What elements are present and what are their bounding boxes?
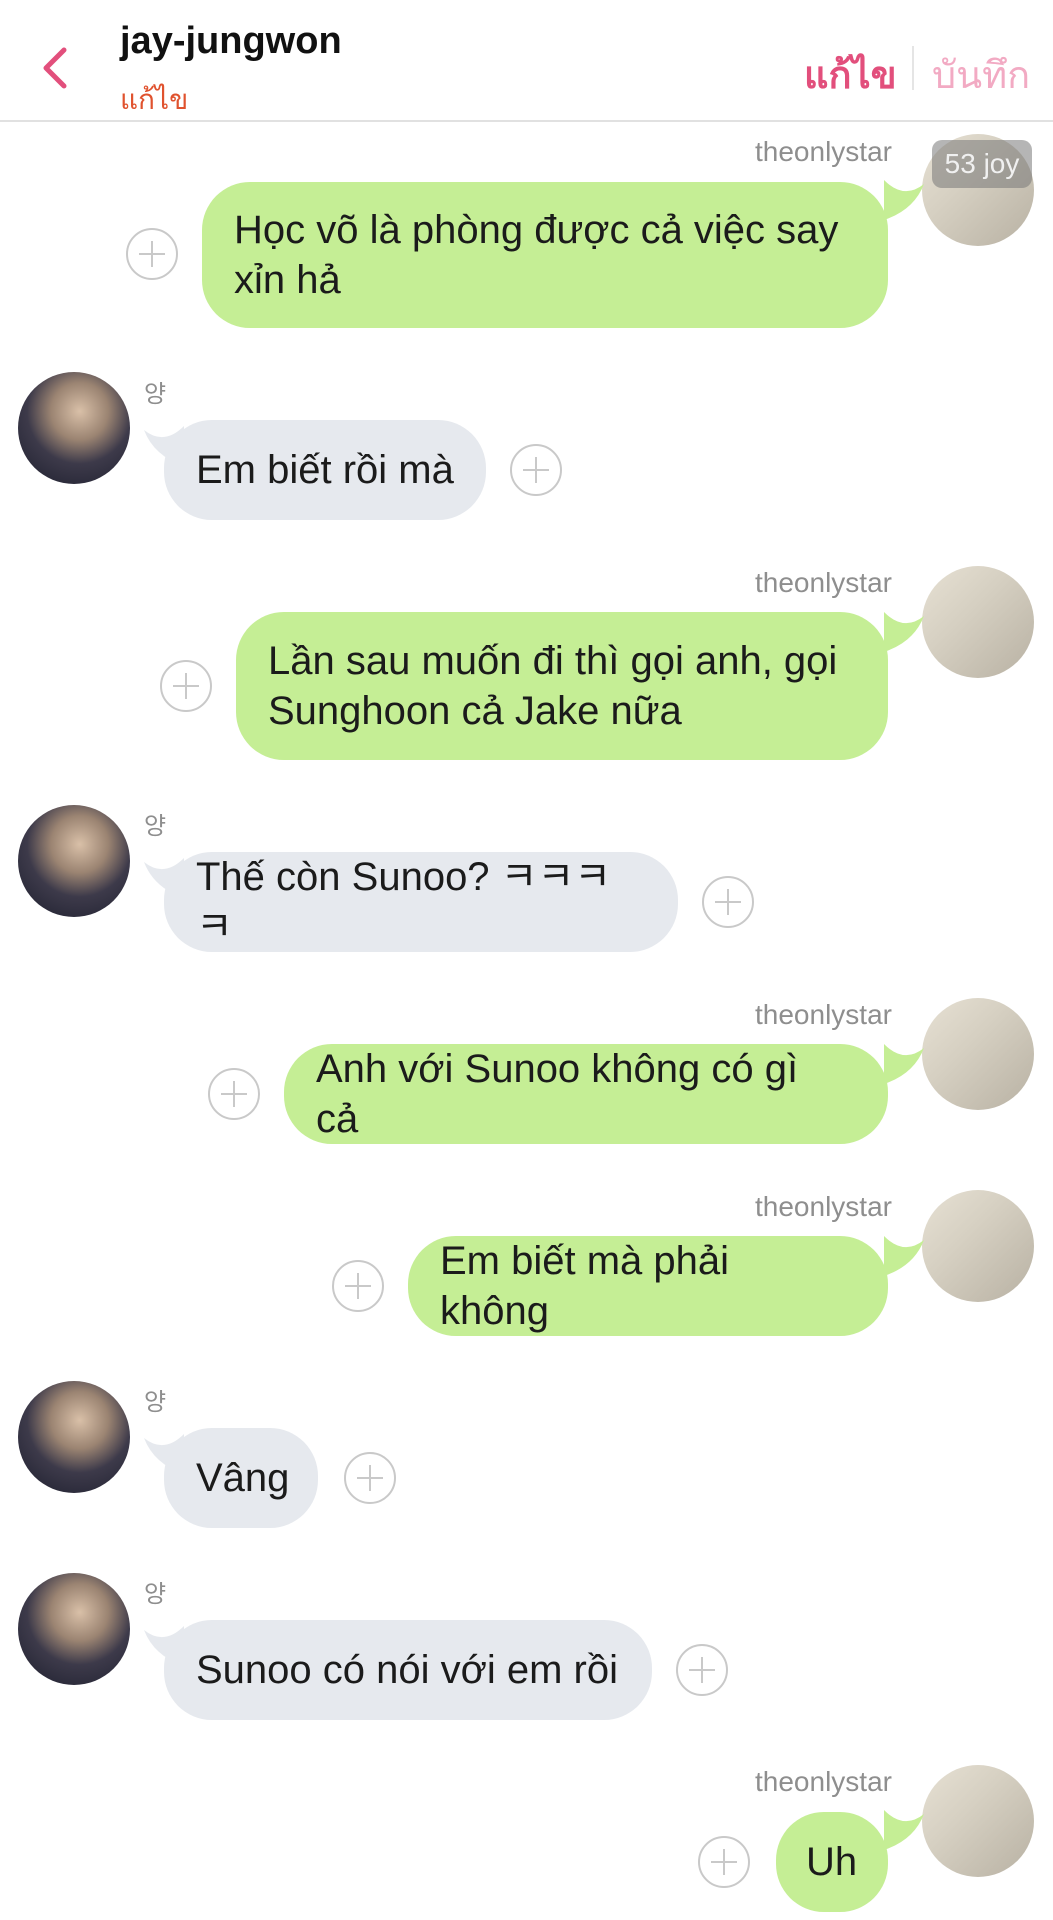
avatar[interactable] [18,1573,130,1685]
message-bubble[interactable]: Vâng [164,1428,318,1528]
avatar[interactable] [18,1381,130,1493]
message-bubble[interactable]: Em biết mà phải không [408,1236,888,1336]
message-bubble[interactable]: Anh với Sunoo không có gì cả [284,1044,888,1144]
bubble-tail [884,612,924,652]
avatar[interactable] [18,805,130,917]
sender-name: theonlystar [755,1766,892,1797]
add-reaction-icon[interactable] [332,1260,384,1312]
avatar[interactable] [922,566,1034,678]
save-button[interactable]: บันทึก [932,44,1030,105]
edit-button[interactable]: แก้ไข [804,44,897,105]
sender-name: theonlystar [755,999,892,1030]
message-bubble[interactable]: Lần sau muốn đi thì gọi anh, gọi Sunghoo… [236,612,888,760]
back-chevron-icon[interactable] [36,40,76,96]
sender-name: theonlystar [755,567,892,598]
sender-name: theonlystar [755,1191,892,1222]
bubble-tail [884,1044,924,1084]
avatar[interactable] [18,372,130,484]
add-reaction-icon[interactable] [344,1452,396,1504]
add-reaction-icon[interactable] [698,1836,750,1888]
sender-name: theonlystar [755,136,892,167]
message-bubble[interactable]: Uh [776,1812,888,1912]
message-bubble[interactable]: Học võ là phòng được cả việc say xỉn hả [202,182,888,328]
message-bubble[interactable]: Sunoo có nói với em rồi [164,1620,652,1720]
sender-name: 양 [144,1389,167,1416]
add-reaction-icon[interactable] [208,1068,260,1120]
sender-name: 양 [144,1581,167,1608]
add-reaction-icon[interactable] [702,876,754,928]
avatar[interactable] [922,1190,1034,1302]
add-reaction-icon[interactable] [676,1644,728,1696]
bubble-tail [884,1236,924,1276]
avatar[interactable] [922,998,1034,1110]
chat-subtitle[interactable]: แก้ไข [120,78,188,122]
reaction-badge: 53 joy [932,140,1032,188]
message-bubble[interactable]: Thế còn Sunoo? ㅋㅋㅋㅋ [164,852,678,952]
message-bubble[interactable]: Em biết rồi mà [164,420,486,520]
chat-title: jay-jungwon [120,20,342,62]
sender-name: 양 [144,813,167,840]
add-reaction-icon[interactable] [160,660,212,712]
header-divider [912,46,914,90]
bubble-tail [884,1810,924,1850]
bubble-tail [884,180,924,220]
sender-name: 양 [144,381,167,408]
avatar[interactable] [922,1765,1034,1877]
add-reaction-icon[interactable] [510,444,562,496]
chat-header: jay-jungwon แก้ไข แก้ไข บันทึก [0,0,1053,122]
add-reaction-icon[interactable] [126,228,178,280]
